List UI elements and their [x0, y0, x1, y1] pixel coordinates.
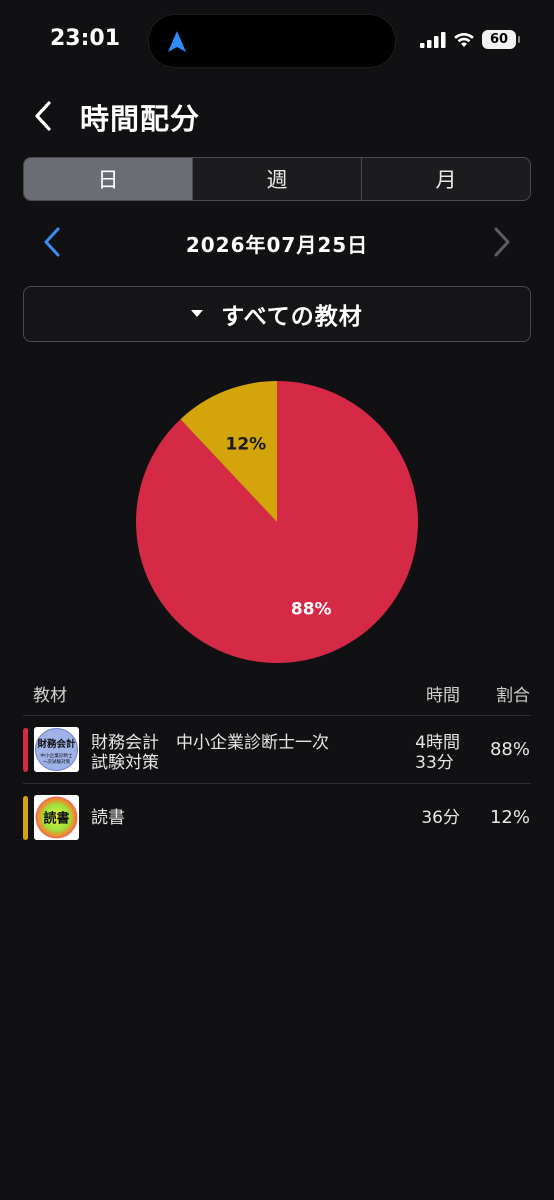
table-row[interactable]: 財務会計 中小企業診断士 一次試験対策 財務会計 中小企業診断士一次 試験対策 … — [0, 717, 554, 783]
thumb-sub2: 一次試験対策 — [43, 758, 71, 765]
tab-week[interactable]: 週 — [193, 158, 362, 200]
status-time: 23:01 — [50, 26, 121, 51]
pie-chart: 88% 12% — [0, 372, 554, 672]
tab-month[interactable]: 月 — [362, 158, 530, 200]
system-icons: 60 — [420, 30, 520, 49]
dynamic-island — [148, 14, 396, 68]
caret-down-icon — [191, 310, 204, 317]
tab-day[interactable]: 日 — [24, 158, 193, 200]
next-date-button[interactable] — [488, 224, 516, 260]
battery-icon: 60 — [482, 30, 520, 49]
material-thumbnail: 読書 — [34, 795, 79, 840]
material-ratio: 88% — [489, 739, 530, 760]
divider — [23, 783, 531, 784]
pie-slice-label: 88% — [291, 600, 332, 620]
material-name: 読書 — [91, 808, 376, 828]
chevron-right-icon — [494, 227, 510, 257]
time-line2: 33分 — [415, 753, 454, 773]
location-arrow-icon — [168, 31, 186, 52]
reading-badge-icon: 読書 — [34, 795, 79, 840]
thumb-title: 読書 — [43, 811, 69, 827]
material-time: 36分 — [421, 808, 460, 828]
status-bar: 23:01 60 — [0, 0, 554, 80]
thumb-title: 財務会計 — [36, 738, 76, 750]
material-name-line1: 財務会計 中小企業診断士一次 — [91, 733, 329, 753]
date-navigator: 2026年07月25日 — [0, 222, 554, 262]
accounting-badge-icon: 財務会計 中小企業診断士 一次試験対策 — [34, 727, 79, 772]
column-header-ratio: 割合 — [496, 686, 530, 706]
divider — [23, 715, 531, 716]
color-indicator — [23, 728, 28, 772]
table-header: 教材 時間 割合 — [0, 678, 554, 708]
material-name-line1: 読書 — [91, 808, 125, 828]
material-ratio: 12% — [489, 807, 530, 828]
app-header: 時間配分 — [0, 88, 554, 144]
period-segmented-control: 日 週 月 — [23, 157, 531, 201]
material-name: 財務会計 中小企業診断士一次 試験対策 — [91, 733, 376, 773]
dropdown-label: すべての教材 — [221, 304, 363, 330]
chevron-left-icon — [35, 101, 51, 131]
color-indicator — [23, 796, 28, 840]
column-header-time: 時間 — [426, 686, 460, 706]
thumb-sub1: 中小企業診断士 — [40, 752, 73, 759]
material-thumbnail: 財務会計 中小企業診断士 一次試験対策 — [34, 727, 79, 772]
page-title: 時間配分 — [80, 102, 201, 136]
back-button[interactable] — [28, 98, 58, 134]
time-line1: 4時間 — [415, 733, 460, 753]
wifi-icon — [454, 32, 474, 47]
material-name-line2: 試験対策 — [91, 753, 159, 773]
pie-slice-label: 12% — [226, 434, 267, 454]
material-filter-dropdown[interactable]: すべての教材 — [23, 286, 531, 342]
battery-level: 60 — [489, 32, 509, 47]
time-line1: 36分 — [421, 808, 460, 828]
pie-chart-svg: 88% 12% — [136, 381, 418, 663]
material-time: 4時間 33分 — [415, 733, 460, 773]
current-date: 2026年07月25日 — [185, 233, 369, 257]
table-row[interactable]: 読書 読書 36分 12% — [0, 785, 554, 851]
column-header-material: 教材 — [33, 686, 67, 706]
cellular-signal-icon — [420, 31, 446, 48]
